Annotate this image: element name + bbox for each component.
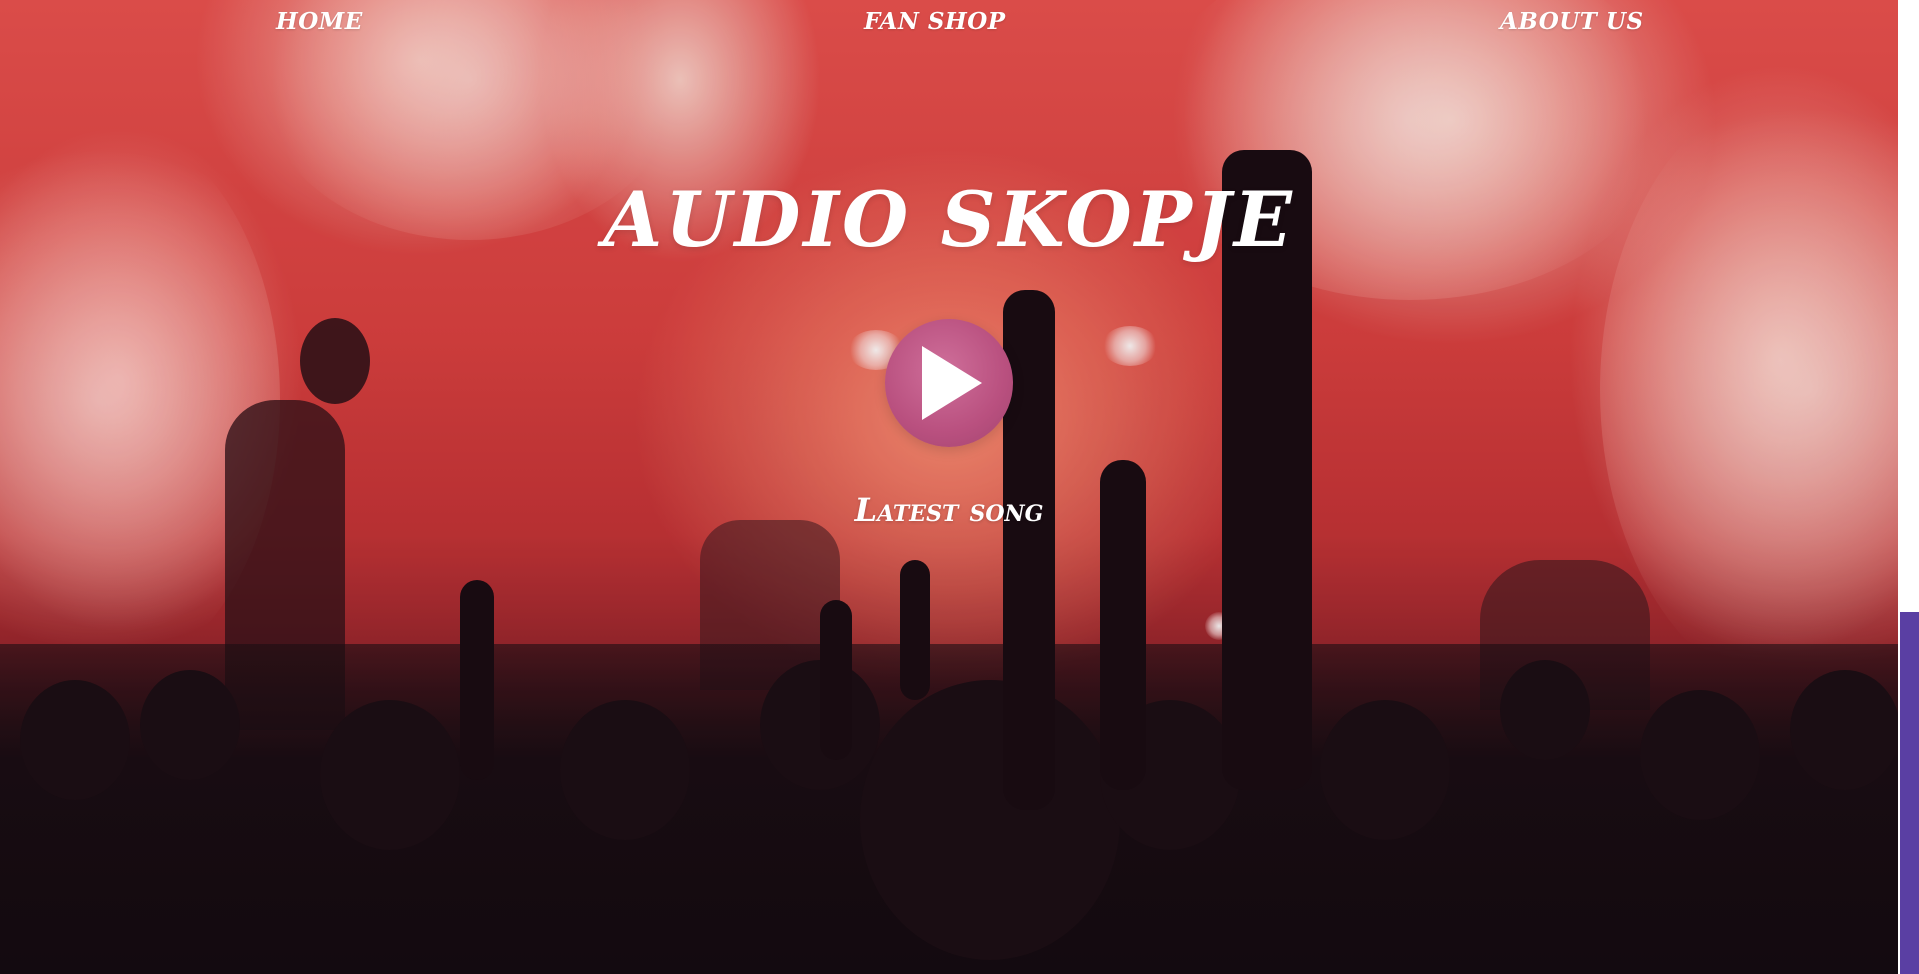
- site-title: AUDIO SKOPJE: [603, 175, 1295, 264]
- latest-song-label: Latest song: [854, 491, 1044, 529]
- hero-background-image: [0, 0, 1898, 974]
- play-button[interactable]: [885, 319, 1013, 447]
- hero-overlay: [0, 0, 1898, 974]
- next-section-accent: [1900, 612, 1919, 974]
- nav-about-us-link[interactable]: ABOUT US: [1500, 8, 1644, 35]
- nav-fan-shop-link[interactable]: FAN SHOP: [864, 8, 1006, 35]
- nav-home-link[interactable]: HOME: [276, 8, 363, 35]
- play-icon: [922, 346, 982, 420]
- page: HOME FAN SHOP ABOUT US AUDIO SKOPJE Late…: [0, 0, 1919, 974]
